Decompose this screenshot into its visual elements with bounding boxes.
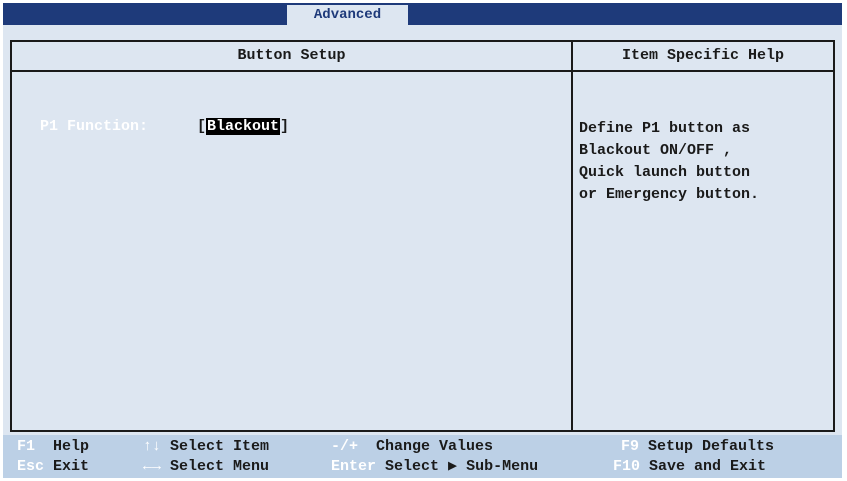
legend-select-item: ↑↓ Select Item [143, 437, 269, 457]
key-label: F9 [621, 438, 640, 455]
key-action: Select Menu [170, 458, 270, 475]
legend-change-values: -/+ Change Values [331, 437, 493, 457]
help-line: or Emergency button. [579, 186, 760, 203]
panel-divider-vertical [571, 40, 573, 432]
panel-border [10, 40, 835, 432]
key-action: Help [53, 438, 90, 455]
bracket-open: [ [197, 118, 207, 135]
legend-save-exit: F10 Save and Exit [613, 457, 766, 477]
legend-setup-defaults: F9 Setup Defaults [621, 437, 774, 457]
panel-divider-horizontal [10, 70, 835, 72]
key-action: Exit [53, 458, 90, 475]
key-label: -/+ [331, 438, 359, 455]
setting-label-p1-function: P1 Function: [40, 118, 149, 135]
help-line: Quick launch button [579, 164, 751, 181]
legend-select-menu: ←→ Select Menu [143, 457, 269, 477]
tab-advanced[interactable]: Advanced [287, 5, 408, 25]
help-text: Define P1 button as Blackout ON/OFF , Qu… [579, 118, 829, 206]
key-action: Setup Defaults [648, 438, 775, 455]
help-line: Define P1 button as [579, 120, 751, 137]
key-label: Esc [17, 458, 45, 475]
key-action: Save and Exit [649, 458, 767, 475]
panel-title-button-setup: Button Setup [237, 47, 346, 64]
arrows-up-down-icon: ↑↓ [143, 438, 162, 455]
key-action: Select ▶ Sub-Menu [385, 458, 539, 475]
legend-f1: F1 Help [17, 437, 89, 457]
selected-value[interactable]: Blackout [206, 118, 281, 135]
menu-bar [3, 3, 842, 25]
help-line: Blackout ON/OFF , [579, 142, 733, 159]
key-label: F10 [613, 458, 641, 475]
legend-enter: Enter Select ▶ Sub-Menu [331, 457, 538, 477]
key-label: F1 [17, 438, 36, 455]
legend-esc: Esc Exit [17, 457, 89, 477]
key-label: Enter [331, 458, 377, 475]
key-action: Select Item [170, 438, 270, 455]
panel-title-item-help: Item Specific Help [621, 47, 785, 64]
arrows-left-right-icon: ←→ [143, 458, 162, 475]
bracket-close: ] [280, 118, 290, 135]
setting-value-p1-function[interactable]: [Blackout] [197, 116, 289, 138]
key-action: Change Values [376, 438, 494, 455]
